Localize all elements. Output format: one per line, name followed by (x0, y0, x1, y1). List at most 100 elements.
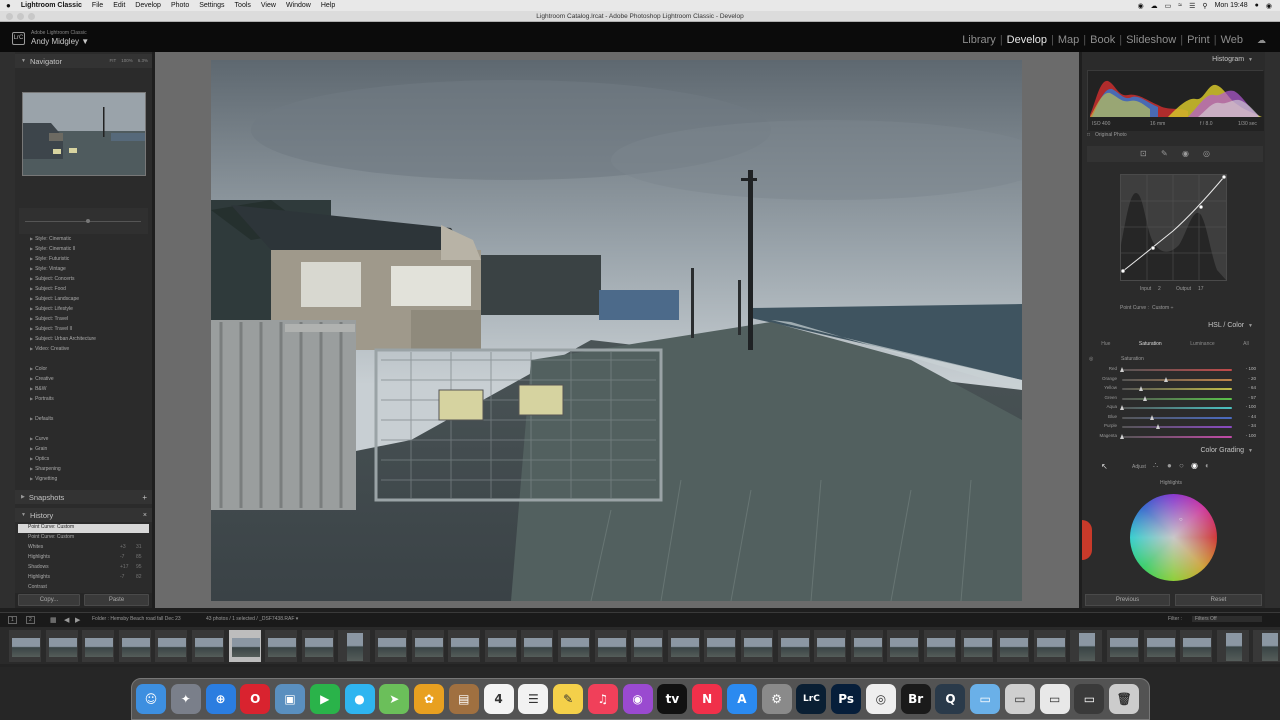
reminders-icon[interactable]: ☰ (518, 684, 549, 714)
previous-button[interactable]: Previous (1085, 594, 1170, 606)
menu-file[interactable]: File (92, 2, 103, 9)
preset-item[interactable]: ▶ Subject: Food (30, 286, 66, 292)
slider-track[interactable] (1122, 378, 1232, 381)
preset-amount-slider[interactable] (25, 221, 141, 222)
left-panel-toggle-strip[interactable] (0, 52, 15, 608)
slider-knob[interactable] (1119, 433, 1124, 439)
zoom-custom[interactable]: 6.3% (138, 58, 148, 63)
hsl-slider-orange[interactable]: Orange - 20 (1095, 376, 1260, 385)
hsl-slider-yellow[interactable]: Yellow - 64 (1095, 385, 1260, 394)
hsl-slider-aqua[interactable]: Aqua - 100 (1095, 404, 1260, 413)
hsl-slider-red[interactable]: Red - 100 (1095, 366, 1260, 375)
filmstrip-thumbnail[interactable] (996, 629, 1031, 663)
history-item[interactable]: Point Curve: Custom (28, 524, 74, 530)
filmstrip-thumbnail[interactable] (8, 629, 42, 663)
tone-curve[interactable] (1120, 174, 1227, 281)
preview-icon[interactable]: ▣ (275, 684, 306, 714)
filmstrip-thumbnail[interactable] (117, 629, 152, 663)
tab-all[interactable]: All (1243, 341, 1249, 347)
history-item[interactable]: Highlights -7 85 (28, 554, 142, 560)
masking-tool-icon[interactable]: ◎ (1203, 149, 1210, 158)
preset-item[interactable]: ▶ Style: Cinematic (30, 236, 71, 242)
module-library[interactable]: Library (958, 34, 1000, 46)
preset-item[interactable]: ▶ Subject: Landscape (30, 296, 79, 302)
slider-knob[interactable] (1119, 405, 1124, 410)
filmstrip-thumbnail[interactable] (593, 629, 628, 663)
slider-track[interactable] (1122, 416, 1232, 419)
menu-help[interactable]: Help (321, 2, 335, 9)
filmstrip-thumbnail[interactable] (1032, 629, 1067, 663)
lightroom-classic-icon[interactable]: LrC (796, 684, 827, 714)
notes-icon[interactable]: ✎ (553, 684, 584, 714)
filmstrip-thumbnail[interactable] (1069, 629, 1104, 663)
history-item[interactable]: Contrast (28, 584, 47, 590)
preset-item[interactable]: ▶ Color (30, 366, 47, 372)
slider-track[interactable] (1122, 435, 1232, 438)
zoom-window-button[interactable] (28, 13, 35, 20)
filmstrip-thumbnail[interactable] (1142, 629, 1177, 663)
record-icon[interactable]: ◉ (1138, 2, 1144, 10)
highlights-view-icon[interactable]: ◉ (1191, 461, 1198, 470)
preset-item[interactable]: ▶ Portraits (30, 396, 54, 402)
slider-knob[interactable] (1155, 424, 1160, 429)
slider-track[interactable] (1122, 397, 1232, 400)
target-adjust-icon[interactable]: ◎ (1089, 356, 1093, 362)
highlights-color-wheel[interactable] (1130, 494, 1217, 581)
main-photo[interactable] (211, 60, 1022, 601)
module-map[interactable]: Map (1054, 34, 1083, 46)
hsl-slider-magenta[interactable]: Magenta - 100 (1095, 433, 1260, 442)
filmstrip-thumbnail[interactable] (630, 629, 665, 663)
notebook-icon[interactable]: ▤ (448, 684, 479, 714)
history-item[interactable]: Point Curve: Custom (28, 534, 74, 540)
apple-menu-icon[interactable]: ● (6, 1, 11, 10)
filmstrip-thumbnail[interactable] (703, 629, 738, 663)
midtones-view-icon[interactable]: ○ (1179, 461, 1184, 470)
slider-value[interactable]: - 20 (1248, 376, 1256, 381)
tab-luminance[interactable]: Luminance (1190, 341, 1214, 347)
slider-value[interactable]: - 44 (1248, 414, 1256, 419)
user-name[interactable]: Andy Midgley ▼ (31, 37, 89, 46)
slider-knob[interactable] (1163, 376, 1168, 382)
zoom-fit[interactable]: FIT (109, 58, 116, 63)
snapshots-header[interactable]: ▶ Snapshots + (15, 490, 152, 504)
filmstrip-thumbnail[interactable] (666, 629, 701, 663)
filmstrip-thumbnail[interactable] (81, 629, 116, 663)
launchpad-icon[interactable]: ✦ (170, 684, 201, 714)
three-way-view-icon[interactable]: ∴ (1153, 461, 1158, 470)
filmstrip-thumbnail[interactable] (483, 629, 518, 663)
filmstrip-thumbnail[interactable] (557, 629, 591, 663)
document-icon[interactable]: ▭ (1039, 684, 1070, 714)
photos-icon[interactable]: ✿ (414, 684, 445, 714)
main-window-page[interactable]: 1 (8, 616, 17, 624)
slider-value[interactable]: - 100 (1246, 433, 1256, 438)
reset-button[interactable]: Reset (1175, 594, 1262, 606)
preset-item[interactable]: ▶ Creative (30, 376, 54, 382)
news-icon[interactable]: N (692, 684, 723, 714)
close-window-button[interactable] (6, 13, 13, 20)
preset-item[interactable]: ▶ Defaults (30, 416, 53, 422)
system-settings-icon[interactable]: ⚙ (761, 684, 792, 714)
menu-edit[interactable]: Edit (113, 2, 125, 9)
safari-icon[interactable]: ⊕ (205, 684, 236, 714)
slider-value[interactable]: - 100 (1246, 366, 1256, 371)
shadows-view-icon[interactable]: ● (1167, 461, 1172, 470)
app-store-icon[interactable]: A (726, 684, 757, 714)
folder-source-label[interactable]: Folder : Hemsby Beach road fall Dec 23 (92, 616, 181, 622)
cloud-sync-icon[interactable]: ☁ (1253, 35, 1270, 46)
history-item[interactable]: Highlights -7 82 (28, 574, 142, 580)
module-book[interactable]: Book (1086, 34, 1119, 46)
preset-item[interactable]: ▶ Subject: Urban Architecture (30, 336, 96, 342)
tab-saturation[interactable]: Saturation (1139, 341, 1162, 347)
color-grading-header[interactable]: Color Grading ▼ (1082, 447, 1265, 454)
preset-item[interactable]: ▶ Style: Futuristic (30, 256, 69, 262)
hsl-slider-blue[interactable]: Blue - 44 (1095, 414, 1260, 423)
module-print[interactable]: Print (1183, 34, 1214, 46)
point-curve-select[interactable]: Custom ÷ (1152, 305, 1173, 311)
filmstrip-thumbnail[interactable] (886, 629, 921, 663)
filmstrip-thumbnail[interactable] (1252, 629, 1280, 663)
chrome-icon[interactable]: ◎ (865, 684, 896, 714)
preset-item[interactable]: ▶ Subject: Lifestyle (30, 306, 73, 312)
filmstrip-thumbnail[interactable] (1106, 629, 1140, 663)
histogram[interactable]: ISO 400 16 mm f / 8.0 1/30 sec (1087, 70, 1264, 131)
slider-track[interactable] (1122, 407, 1232, 409)
